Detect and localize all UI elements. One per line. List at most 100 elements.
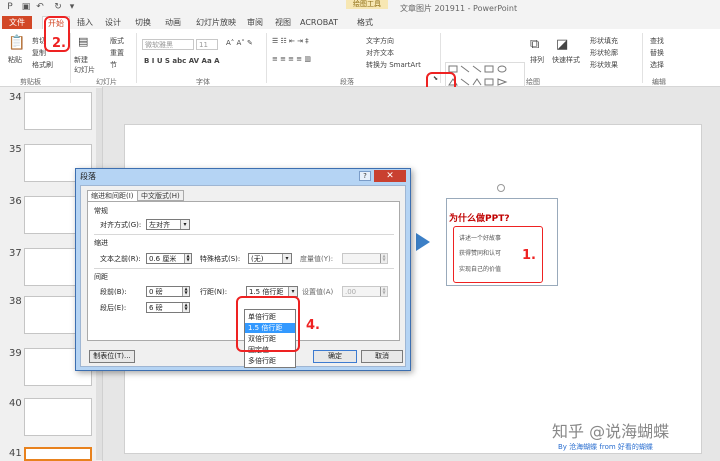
line-spacing-value: 1.5 倍行距 <box>249 288 284 296</box>
tab-chinese-typography[interactable]: 中文版式(H) <box>137 190 184 201</box>
special-format-value: (无) <box>251 255 264 263</box>
window-title: 文章图片 201911 - PowerPoint <box>400 4 518 13</box>
list-item[interactable]: 多倍行距 <box>245 356 295 366</box>
paste-button[interactable]: 粘贴 <box>8 55 22 65</box>
divider <box>94 234 394 235</box>
redo-icon[interactable]: ↻ <box>52 2 64 13</box>
slide-thumbnail[interactable] <box>24 398 92 436</box>
shape-effects-button[interactable]: 形状效果 <box>590 60 618 70</box>
tabs-button[interactable]: 制表位(T)... <box>89 350 135 363</box>
customize-qat-icon[interactable]: ▾ <box>66 2 78 13</box>
tab-acrobat[interactable]: ACROBAT <box>298 16 340 29</box>
chevron-down-icon: ▾ <box>180 220 189 229</box>
ribbon: 📋 粘贴 剪切 复制 格式刷 剪贴板 ▤ 新建 幻灯片 版式 重置 节 幻灯片 … <box>0 29 720 96</box>
slide-title: 为什么做PPT? <box>449 214 510 224</box>
chevron-down-icon: ▾ <box>288 287 297 296</box>
spinner-icon[interactable]: ▲ ▼ <box>380 287 387 296</box>
after-label: 段后(E): <box>100 304 127 312</box>
ribbon-separator <box>266 33 267 83</box>
tab-file[interactable]: 文件 <box>2 16 32 29</box>
new-slide-icon[interactable]: ▤ <box>78 35 88 48</box>
group-label-drawing: 绘图 <box>526 78 540 86</box>
quick-styles-icon[interactable]: ◪ <box>556 37 568 52</box>
contextual-tab-group: 绘图工具 <box>346 0 388 9</box>
annotation-number-2: 2. <box>52 36 66 51</box>
align-buttons-icon[interactable]: ≡ ≡ ≡ ≡ ▥ <box>272 55 311 63</box>
font-size-box[interactable]: 11 <box>196 39 218 50</box>
reset-button[interactable]: 重置 <box>110 48 124 58</box>
after-value: 6 磅 <box>149 304 163 312</box>
paste-icon[interactable]: 📋 <box>8 35 25 51</box>
arrange-icon[interactable]: ⧉ <box>530 37 539 52</box>
slide-text-line: 讲述一个好故事 <box>459 235 502 242</box>
align-select[interactable]: 左对齐 ▾ <box>146 219 190 230</box>
list-buttons-icon[interactable]: ☰ ☷ ⇤ ⇥ ‡ <box>272 37 309 45</box>
thumbnail-number: 35 <box>9 144 22 155</box>
quick-styles-button[interactable]: 快速样式 <box>552 55 580 65</box>
before-text-input[interactable]: 0.6 厘米 ▲ ▼ <box>146 253 192 264</box>
new-slide-button[interactable]: 新建 幻灯片 <box>74 55 95 75</box>
replace-button[interactable]: 替换 <box>650 48 664 58</box>
group-label-clipboard: 剪贴板 <box>20 78 41 86</box>
thumbnail-number: 36 <box>9 196 22 207</box>
tab-indent-spacing[interactable]: 缩进和间距(I) <box>87 190 138 201</box>
section-button[interactable]: 节 <box>110 60 117 70</box>
set-value-input[interactable]: .00 ▲ ▼ <box>342 286 388 297</box>
spinner-icon[interactable]: ▲ ▼ <box>380 254 387 263</box>
tab-animations[interactable]: 动画 <box>162 16 184 29</box>
spinner-icon[interactable]: ▲ ▼ <box>182 303 189 312</box>
font-style-buttons-icon[interactable]: B I U S abc AV Aa A <box>144 57 220 65</box>
chevron-down-icon: ▾ <box>282 254 291 263</box>
before-input[interactable]: 0 磅 ▲ ▼ <box>146 286 190 297</box>
font-name-box[interactable]: 微软雅黑 <box>142 39 194 50</box>
spinner-icon[interactable]: ▲ ▼ <box>182 287 189 296</box>
measure-input[interactable]: ▲ ▼ <box>342 253 388 264</box>
group-label-slides: 幻灯片 <box>96 78 117 86</box>
smartart-button[interactable]: 转换为 SmartArt <box>366 60 421 70</box>
tab-format[interactable]: 格式 <box>350 16 380 29</box>
rotate-handle-icon[interactable] <box>497 184 505 192</box>
help-button[interactable]: ? <box>359 171 371 181</box>
undo-icon[interactable]: ↶ <box>34 2 46 13</box>
save-icon[interactable]: ▣ <box>20 2 32 13</box>
group-label-editing: 编辑 <box>652 78 666 86</box>
ok-button[interactable]: 确定 <box>313 350 357 363</box>
after-input[interactable]: 6 磅 ▲ ▼ <box>146 302 190 313</box>
slide-thumbnail[interactable] <box>24 92 92 130</box>
before-text-value: 0.6 厘米 <box>149 255 177 263</box>
grow-font-icon[interactable]: A˄ A˅ ✎ <box>226 39 253 47</box>
shape-fill-button[interactable]: 形状填充 <box>590 36 618 46</box>
set-value-label: 设置值(A) <box>302 288 334 296</box>
cancel-button[interactable]: 取消 <box>361 350 403 363</box>
find-button[interactable]: 查找 <box>650 36 664 46</box>
thumbnail-number: 38 <box>9 296 22 307</box>
arrange-button[interactable]: 排列 <box>530 55 544 65</box>
align-text-button[interactable]: 对齐文本 <box>366 48 394 58</box>
tab-review[interactable]: 审阅 <box>244 16 266 29</box>
layout-button[interactable]: 版式 <box>110 36 124 46</box>
tab-slideshow[interactable]: 幻灯片放映 <box>192 16 240 29</box>
special-format-select[interactable]: (无) ▾ <box>248 253 292 264</box>
measure-label: 度量值(Y): <box>300 255 334 263</box>
thumbnail-number: 40 <box>9 398 22 409</box>
group-label-paragraph: 段落 <box>340 78 354 86</box>
annotation-circle-4 <box>236 296 300 352</box>
thumbnail-number: 39 <box>9 348 22 359</box>
tab-transitions[interactable]: 切换 <box>132 16 154 29</box>
set-value: .00 <box>345 288 357 296</box>
before-value: 0 磅 <box>149 288 163 296</box>
tab-insert[interactable]: 插入 <box>74 16 96 29</box>
copy-button[interactable]: 复制 <box>32 48 46 58</box>
select-button[interactable]: 选择 <box>650 60 664 70</box>
section-indent: 缩进 <box>94 239 108 247</box>
format-painter-button[interactable]: 格式刷 <box>32 60 53 70</box>
shape-outline-button[interactable]: 形状轮廓 <box>590 48 618 58</box>
close-button[interactable]: ✕ <box>374 170 406 182</box>
thumbnail-number: 41 <box>9 448 22 459</box>
tab-view[interactable]: 视图 <box>272 16 294 29</box>
text-direction-button[interactable]: 文字方向 <box>366 36 394 46</box>
slide-thumbnail-selected[interactable] <box>24 447 92 461</box>
spinner-icon[interactable]: ▲ ▼ <box>184 254 191 263</box>
tab-design[interactable]: 设计 <box>102 16 124 29</box>
before-text-label: 文本之前(R): <box>100 255 141 263</box>
